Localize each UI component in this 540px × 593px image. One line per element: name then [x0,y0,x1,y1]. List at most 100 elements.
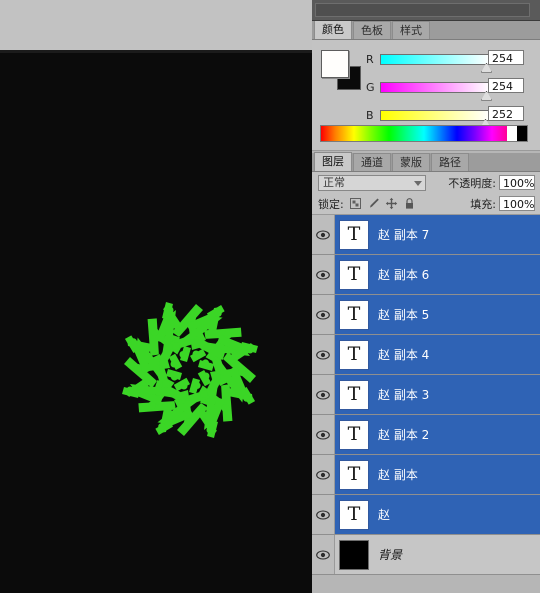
tab-masks[interactable]: 蒙版 [392,153,430,171]
layer-visibility-toggle-7[interactable] [312,495,335,534]
layer-thumbnail-3[interactable]: T [339,339,369,370]
artwork-radial-mandala [110,290,270,450]
tab-swatches[interactable]: 色板 [353,21,391,39]
color-swatches [321,50,361,90]
tab-layers[interactable]: 图层 [314,152,352,171]
channel-row-g: G [366,78,492,101]
layer-row-8[interactable]: 背景 [312,535,540,575]
text-layer-icon: T [347,343,361,365]
channel-label-g: G [366,80,375,94]
layer-row-1[interactable]: T 赵 副本 6 [312,255,540,295]
blend-opacity-row: 正常 不透明度: 100% [312,172,540,193]
layer-visibility-toggle-0[interactable] [312,215,335,254]
eye-icon [316,389,330,400]
transparency-lock-icon[interactable] [349,197,362,210]
layer-name-1[interactable]: 赵 副本 6 [378,266,429,283]
text-layer-icon: T [347,463,361,485]
image-canvas[interactable] [0,50,312,593]
layer-name-6[interactable]: 赵 副本 [378,466,418,483]
layer-row-3[interactable]: T 赵 副本 4 [312,335,540,375]
layers-panel-tabstrip: 图层 通道 蒙版 路径 [312,152,540,172]
channel-slider-g[interactable] [380,81,492,101]
channel-value-g[interactable]: 254 [488,78,524,93]
black-swatch[interactable] [517,126,527,141]
layer-thumbnail-8[interactable] [339,539,369,570]
layer-thumbnail-4[interactable]: T [339,379,369,410]
layer-visibility-toggle-1[interactable] [312,255,335,294]
layer-visibility-toggle-5[interactable] [312,415,335,454]
layer-name-2[interactable]: 赵 副本 5 [378,306,429,323]
color-panel-titlebar[interactable] [312,0,540,21]
blend-mode-value: 正常 [323,175,345,189]
all-lock-icon[interactable] [403,197,416,210]
blend-mode-select[interactable]: 正常 [318,174,426,191]
layer-name-4[interactable]: 赵 副本 3 [378,386,429,403]
eye-icon [316,429,330,440]
panel-column: 颜色 色板 样式 R 254 G 254 B 252 图层 通道 蒙版 路径 正… [312,0,540,593]
color-spectrum-ramp[interactable] [320,125,528,142]
layer-name-8[interactable]: 背景 [378,546,402,563]
layer-name-0[interactable]: 赵 副本 7 [378,226,429,243]
text-layer-icon: T [347,223,361,245]
text-layer-icon: T [347,263,361,285]
mandala-svg [119,299,261,441]
layer-visibility-toggle-8[interactable] [312,535,335,574]
tab-channels[interactable]: 通道 [353,153,391,171]
layer-thumbnail-1[interactable]: T [339,259,369,290]
layer-thumbnail-7[interactable]: T [339,499,369,530]
channel-row-r: R [366,50,492,73]
layer-name-3[interactable]: 赵 副本 4 [378,346,429,363]
fill-label: 填充: [470,197,496,211]
eye-icon [316,509,330,520]
layer-row-0[interactable]: T 赵 副本 7 [312,215,540,255]
channel-slider-r[interactable] [380,53,492,73]
layer-name-5[interactable]: 赵 副本 2 [378,426,429,443]
lock-fill-row: 锁定: 填充: 100% [312,193,540,214]
layer-row-6[interactable]: T 赵 副本 [312,455,540,495]
eye-icon [316,469,330,480]
lock-label: 锁定: [318,197,344,211]
eye-icon [316,229,330,240]
layer-list[interactable]: T 赵 副本 7 T 赵 副本 6 T 赵 副本 5 T 赵 副本 4 T 赵 … [312,215,540,575]
text-layer-icon: T [347,383,361,405]
eye-icon [316,549,330,560]
layer-row-7[interactable]: T 赵 [312,495,540,535]
layer-name-7[interactable]: 赵 [378,506,390,523]
paint-lock-icon[interactable] [367,197,380,210]
layer-visibility-toggle-4[interactable] [312,375,335,414]
chevron-down-icon [414,180,422,186]
layer-row-2[interactable]: T 赵 副本 5 [312,295,540,335]
channel-value-b[interactable]: 252 [488,106,524,121]
layer-thumbnail-5[interactable]: T [339,419,369,450]
channel-slider-b[interactable] [380,109,491,129]
opacity-label: 不透明度: [448,176,496,190]
eye-icon [316,269,330,280]
layer-thumbnail-6[interactable]: T [339,459,369,490]
channel-value-r[interactable]: 254 [488,50,524,65]
channel-label-r: R [366,52,374,66]
layers-panel-header: 正常 不透明度: 100% 锁定: 填充: 100% [312,172,540,215]
eye-icon [316,309,330,320]
channel-label-b: B [366,108,374,122]
layer-visibility-toggle-2[interactable] [312,295,335,334]
white-swatch[interactable] [507,126,517,141]
eye-icon [316,349,330,360]
color-panel-body: R 254 G 254 B 252 [312,40,540,151]
layer-row-5[interactable]: T 赵 副本 2 [312,415,540,455]
tab-styles[interactable]: 样式 [392,21,430,39]
text-layer-icon: T [347,503,361,525]
layer-visibility-toggle-6[interactable] [312,455,335,494]
foreground-color-swatch[interactable] [321,50,349,78]
layer-thumbnail-0[interactable]: T [339,219,369,250]
move-lock-icon[interactable] [385,197,398,210]
tab-paths[interactable]: 路径 [431,153,469,171]
color-panel-tabstrip: 颜色 色板 样式 [312,20,540,40]
layer-visibility-toggle-3[interactable] [312,335,335,374]
fill-input[interactable]: 100% [499,196,535,211]
text-layer-icon: T [347,303,361,325]
opacity-input[interactable]: 100% [499,175,535,190]
layer-thumbnail-2[interactable]: T [339,299,369,330]
tab-color[interactable]: 颜色 [314,20,352,39]
layer-row-4[interactable]: T 赵 副本 3 [312,375,540,415]
text-layer-icon: T [347,423,361,445]
